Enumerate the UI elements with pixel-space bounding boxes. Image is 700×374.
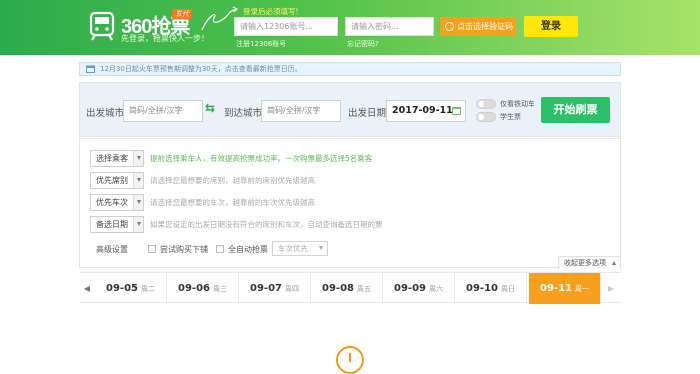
try-lower-berth-label: 尝试购买下铺 bbox=[160, 245, 208, 254]
from-city-label: 出发城市 bbox=[86, 108, 125, 119]
student-toggle[interactable] bbox=[476, 112, 496, 122]
advanced-settings-label: 高级设置 bbox=[96, 245, 128, 254]
date-cell-date: 09-10 bbox=[466, 283, 498, 294]
date-cell-weekday: 周五 bbox=[356, 285, 371, 293]
seat-priority-button[interactable]: 优先席别 bbox=[90, 172, 144, 189]
date-cell-date: 09-08 bbox=[322, 283, 354, 294]
train-priority-label: 优先车次 bbox=[96, 198, 128, 207]
login-button[interactable]: 登录 bbox=[524, 16, 578, 37]
date-input[interactable]: 2017-09-11 bbox=[386, 100, 466, 122]
options-panel: 选择乘客 提前选择乘车人，有效提高抢票成功率。一次购票最多选择5名乘客 优先席别… bbox=[79, 138, 621, 269]
date-label: 出发日期 bbox=[348, 108, 387, 119]
auto-grab-checkbox[interactable] bbox=[216, 245, 224, 253]
date-cell[interactable]: 09-07 周四 bbox=[239, 273, 311, 304]
try-lower-berth-checkbox[interactable] bbox=[148, 245, 156, 253]
date-cell-weekday: 周一 bbox=[574, 285, 589, 293]
date-cell-weekday: 周三 bbox=[212, 285, 227, 293]
verify-code-button[interactable]: 点击选择验证码 bbox=[440, 17, 516, 36]
header: 360抢票 五代 先登录，抢票快人一步！ 登录后必须填写! 请输入12306账号… bbox=[0, 0, 700, 55]
collapse-options-label: 收起更多选项 bbox=[564, 259, 606, 267]
gaotie-toggle-label: 仅看铁动车 bbox=[500, 100, 535, 108]
collapse-options-button[interactable]: 收起更多选项 bbox=[558, 256, 621, 269]
password-input[interactable]: 请输入密码... bbox=[345, 17, 434, 36]
priority-select-value: 车次优先 bbox=[278, 244, 308, 253]
next-dates-arrow-icon[interactable]: ▶ bbox=[603, 273, 619, 304]
prev-dates-arrow-icon[interactable]: ◀ bbox=[79, 273, 95, 304]
date-cell-date: 09-11 bbox=[540, 283, 572, 294]
chevron-down-icon bbox=[137, 222, 141, 226]
version-badge: 五代 bbox=[172, 9, 192, 19]
select-passenger-button[interactable]: 选择乘客 bbox=[90, 150, 144, 167]
start-button[interactable]: 开始刷票 bbox=[541, 97, 610, 123]
date-cell-weekday: 周六 bbox=[428, 285, 443, 293]
date-cell-date: 09-06 bbox=[178, 283, 210, 294]
notice-bar[interactable]: 12月30日起火车票预售期调整为30天，点击查看最新抢票日历。 bbox=[79, 62, 621, 76]
notice-text: 12月30日起火车票预售期调整为30天，点击查看最新抢票日历。 bbox=[100, 65, 302, 73]
date-cell-weekday: 周四 bbox=[284, 285, 299, 293]
backup-date-label: 备选日期 bbox=[96, 220, 128, 229]
forgot-password-link[interactable]: 忘记密码? bbox=[347, 39, 379, 49]
date-cell[interactable]: 09-10 周日 bbox=[455, 273, 527, 304]
date-cell-weekday: 周日 bbox=[500, 285, 515, 293]
swap-icon[interactable]: ⇆ bbox=[205, 101, 215, 115]
date-cell-selected[interactable]: 09-11 周一 bbox=[529, 273, 601, 304]
chevron-down-icon bbox=[137, 200, 141, 204]
to-city-input[interactable]: 简码/全拼/汉字 bbox=[261, 100, 341, 122]
date-cell-weekday: 周二 bbox=[140, 285, 155, 293]
date-cell[interactable]: 09-08 周五 bbox=[311, 273, 383, 304]
search-bar: 出发城市 简码/全拼/汉字 ⇆ 到达城市 简码/全拼/汉字 出发日期 2017-… bbox=[79, 82, 621, 137]
train-icon bbox=[89, 11, 115, 41]
date-strip: ◀ 09-05 周二 09-06 周三 09-07 周四 09-08 周五 09-09 周… bbox=[79, 272, 621, 304]
verify-icon bbox=[445, 22, 454, 31]
from-city-input[interactable]: 简码/全拼/汉字 bbox=[123, 100, 203, 122]
select-passenger-label: 选择乘客 bbox=[96, 154, 128, 163]
train-priority-hint: 请选择您最想要的车次，越靠前的车次优先级越高 bbox=[150, 198, 315, 207]
priority-select[interactable]: 车次优先 bbox=[272, 241, 328, 256]
username-input[interactable]: 请输入12306账号... bbox=[234, 17, 338, 36]
student-toggle-label: 学生票 bbox=[500, 113, 521, 121]
date-cell[interactable]: 09-05 周二 bbox=[95, 273, 167, 304]
seat-priority-hint: 请选择您最想要的席别，越靠前的席别优先级越高 bbox=[150, 176, 315, 185]
date-cell-date: 09-09 bbox=[394, 283, 426, 294]
calendar-icon bbox=[452, 107, 461, 115]
login-tip: 登录后必须填写! bbox=[243, 7, 299, 16]
slogan: 先登录，抢票快人一步！ bbox=[121, 34, 209, 43]
date-cell-date: 09-05 bbox=[106, 283, 138, 294]
chevron-down-icon bbox=[137, 178, 141, 182]
date-value: 2017-09-11 bbox=[392, 105, 453, 116]
auto-grab-label: 全自动抢票 bbox=[228, 245, 268, 254]
date-cell[interactable]: 09-06 周三 bbox=[167, 273, 239, 304]
chevron-down-icon bbox=[137, 156, 141, 160]
backup-date-hint: 如果您设定的出发日期没有符合的席别和车次，自动查询备选日期的票 bbox=[150, 220, 383, 229]
verify-code-label: 点击选择验证码 bbox=[457, 22, 513, 31]
date-cell[interactable]: 09-09 周六 bbox=[383, 273, 455, 304]
train-priority-button[interactable]: 优先车次 bbox=[90, 194, 144, 211]
chevron-up-icon bbox=[612, 261, 616, 265]
passenger-hint: 提前选择乘车人，有效提高抢票成功率。一次购票最多选择5名乘客 bbox=[150, 154, 373, 163]
to-city-label: 到达城市 bbox=[224, 108, 263, 119]
alert-icon bbox=[336, 346, 364, 374]
calendar-icon bbox=[86, 65, 95, 73]
gaotie-toggle[interactable] bbox=[476, 99, 496, 109]
chevron-down-icon bbox=[319, 246, 323, 250]
date-cell-date: 09-07 bbox=[250, 283, 282, 294]
register-link[interactable]: 注册12306账号 bbox=[236, 39, 286, 49]
backup-date-button[interactable]: 备选日期 bbox=[90, 216, 144, 233]
seat-priority-label: 优先席别 bbox=[96, 176, 128, 185]
